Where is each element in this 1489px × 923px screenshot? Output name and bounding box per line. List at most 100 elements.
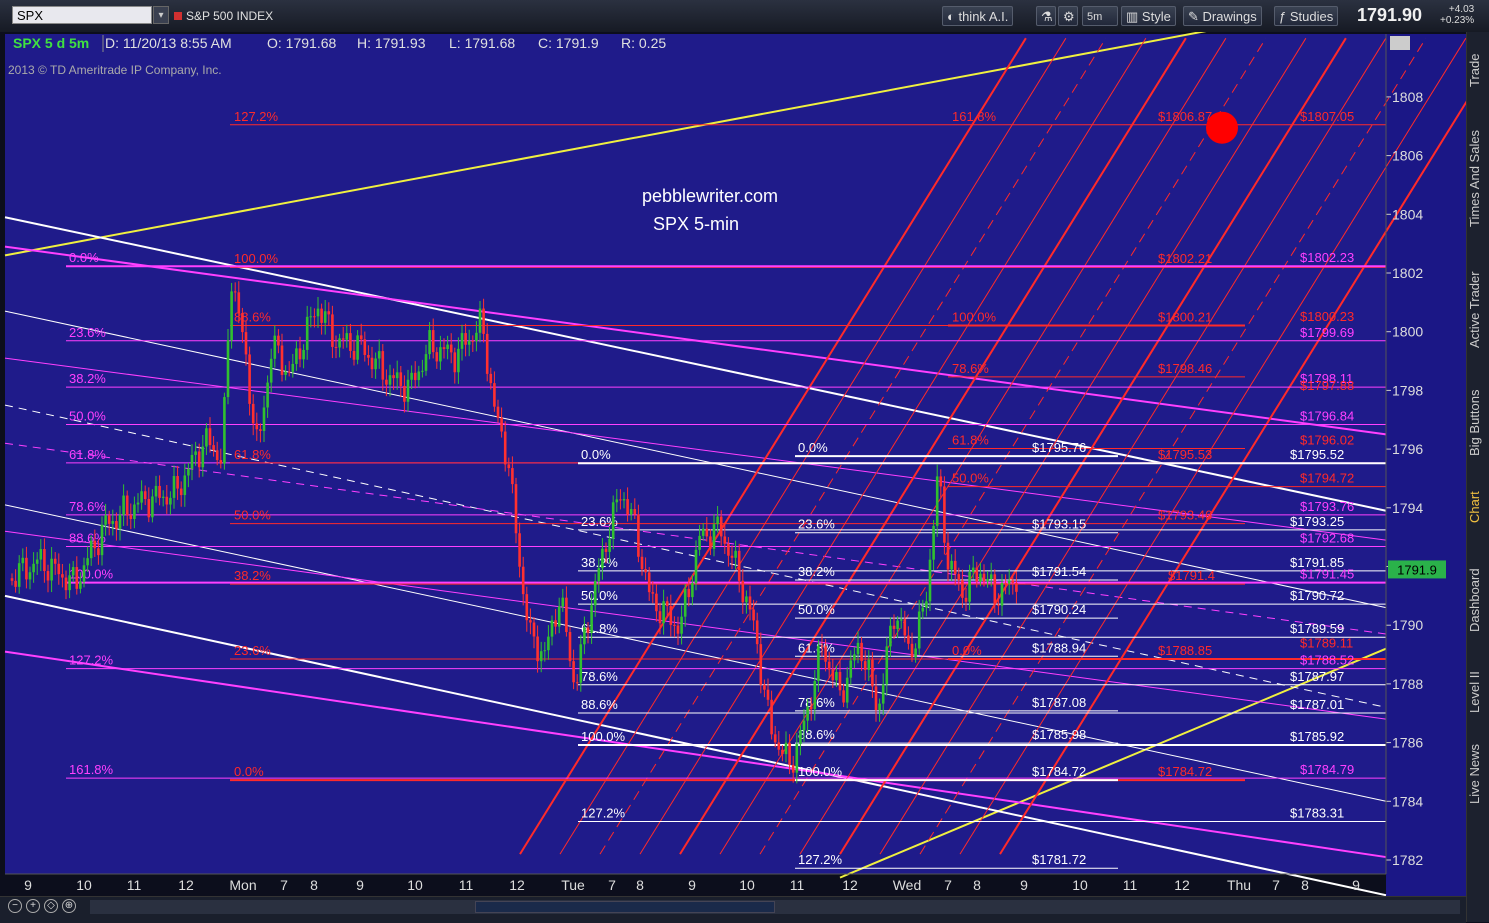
price-label-3: $1802.23 bbox=[1300, 250, 1354, 265]
symbol-dropdown-icon[interactable]: ▾ bbox=[153, 6, 169, 24]
candle-body bbox=[212, 445, 215, 451]
zoom-in-icon[interactable]: + bbox=[26, 899, 40, 913]
sidebar-tab-times-and-sales[interactable]: Times And Sales bbox=[1467, 116, 1489, 241]
sidebar-tab-live-news[interactable]: Live News bbox=[1467, 734, 1489, 814]
candle-body bbox=[233, 291, 237, 293]
price-label-19: $1793.25 bbox=[1290, 514, 1344, 529]
candle-body bbox=[478, 308, 482, 333]
drawings-button[interactable]: ✎ Drawings bbox=[1183, 6, 1262, 26]
horizontal-scrollbar[interactable] bbox=[90, 900, 1460, 914]
x-tick-label-10: 12 bbox=[509, 877, 525, 893]
fib-label-28: 61.8% bbox=[581, 621, 618, 636]
candle-body bbox=[500, 417, 503, 432]
candle-body bbox=[705, 528, 709, 537]
candle-body bbox=[565, 597, 568, 633]
settings-flask-icon[interactable]: ⚗ bbox=[1036, 6, 1056, 26]
candle-body bbox=[262, 407, 266, 431]
price-chart[interactable]: 127.2% 161.8%100.0%0.0%88.6%23.6%100.0%38… bbox=[0, 32, 1466, 896]
fib-label-20: 23.6% bbox=[234, 643, 271, 658]
candle-body bbox=[529, 620, 532, 623]
candle-body bbox=[1004, 582, 1007, 584]
studies-button[interactable]: ƒ Studies bbox=[1274, 6, 1339, 26]
candle-body bbox=[86, 558, 89, 566]
candle-body bbox=[622, 499, 626, 501]
candle-body bbox=[860, 642, 863, 662]
header-close: C: 1791.9 bbox=[538, 35, 599, 51]
candle-body bbox=[179, 488, 183, 496]
candle-body bbox=[475, 332, 478, 342]
fib-label-15: 50.0% bbox=[234, 508, 271, 523]
candle-body bbox=[68, 575, 71, 591]
fib-label-29: 78.6% bbox=[581, 669, 618, 684]
change-percent: +0.23% bbox=[1440, 15, 1475, 26]
zoom-fit-icon[interactable]: ⊕ bbox=[62, 899, 76, 913]
header-date: D: 11/20/13 8:55 AM bbox=[105, 35, 232, 51]
candle-body bbox=[133, 504, 136, 520]
zoom-out-icon[interactable]: − bbox=[8, 899, 22, 913]
candle-body bbox=[21, 557, 25, 564]
timeframe-button[interactable]: 5m bbox=[1082, 6, 1118, 26]
candle-body bbox=[802, 720, 806, 731]
fib-label-38: 78.6% bbox=[798, 695, 835, 710]
fib-label-0: 127.2% bbox=[234, 109, 279, 124]
fib-label-33: 0.0% bbox=[798, 440, 828, 455]
candle-body bbox=[863, 661, 867, 670]
candle-body bbox=[111, 521, 115, 524]
cursor-mode-icon[interactable] bbox=[1390, 36, 1410, 50]
fib-label-31: 100.0% bbox=[581, 729, 626, 744]
candle-body bbox=[842, 690, 845, 703]
candle-body bbox=[464, 333, 467, 345]
candle-body bbox=[986, 579, 989, 582]
candle-body bbox=[226, 340, 230, 398]
zoom-reset-icon[interactable]: ◇ bbox=[44, 899, 58, 913]
y-tick-label-13: 1808 bbox=[1392, 89, 1423, 105]
candle-body bbox=[907, 635, 910, 644]
candle-body bbox=[514, 484, 518, 534]
scrollbar-thumb[interactable] bbox=[475, 901, 775, 913]
sidebar-tab-dashboard[interactable]: Dashboard bbox=[1467, 558, 1489, 643]
candle-body bbox=[737, 550, 741, 581]
candle-body bbox=[421, 370, 424, 372]
symbol-input[interactable]: SPX bbox=[12, 6, 152, 24]
think-ai-button[interactable]: ◐ think A.I. bbox=[942, 6, 1014, 26]
candle-body bbox=[583, 627, 586, 645]
candle-body bbox=[208, 428, 212, 446]
candle-body bbox=[93, 540, 97, 549]
candle-body bbox=[341, 338, 345, 340]
candle-body bbox=[727, 543, 730, 556]
candle-body bbox=[784, 742, 788, 755]
wrench-icon[interactable]: ⚙ bbox=[1058, 6, 1078, 26]
x-tick-label-28: 9 bbox=[1352, 877, 1360, 893]
candle-body bbox=[554, 620, 557, 627]
candle-body bbox=[363, 339, 367, 355]
candle-body bbox=[543, 650, 547, 652]
price-label-6: $1799.69 bbox=[1300, 325, 1354, 340]
fib-label-5: 23.6% bbox=[69, 325, 106, 340]
x-tick-label-4: Mon bbox=[229, 877, 256, 893]
fib-label-23: 161.8% bbox=[69, 762, 114, 777]
candle-body bbox=[637, 514, 640, 557]
candle-body bbox=[392, 375, 395, 379]
price-label-38: $1784.72 bbox=[1158, 764, 1212, 779]
candle-body bbox=[28, 572, 32, 580]
candle-body bbox=[129, 515, 133, 520]
sidebar-tab-chart[interactable]: Chart bbox=[1467, 482, 1489, 532]
candle-body bbox=[349, 333, 352, 351]
candle-body bbox=[122, 495, 125, 515]
fib-label-32: 127.2% bbox=[581, 806, 626, 821]
candle-body bbox=[698, 535, 701, 550]
style-label: Style bbox=[1141, 9, 1171, 24]
sidebar-tab-level-ii[interactable]: Level II bbox=[1467, 662, 1489, 722]
candle-body bbox=[298, 348, 302, 360]
target-dot bbox=[1206, 111, 1238, 144]
sidebar-tab-trade[interactable]: Trade bbox=[1467, 40, 1489, 100]
x-tick-label-25: Thu bbox=[1227, 877, 1251, 893]
fib-label-40: 100.0% bbox=[798, 764, 843, 779]
candle-body bbox=[125, 495, 129, 516]
sidebar-tab-big-buttons[interactable]: Big Buttons bbox=[1467, 378, 1489, 468]
style-button[interactable]: ▥ Style bbox=[1121, 6, 1176, 26]
current-price-text: 1791.9 bbox=[1397, 562, 1437, 577]
candle-body bbox=[50, 558, 53, 581]
sidebar-tab-active-trader[interactable]: Active Trader bbox=[1467, 257, 1489, 362]
fib-label-14: 78.6% bbox=[69, 499, 106, 514]
